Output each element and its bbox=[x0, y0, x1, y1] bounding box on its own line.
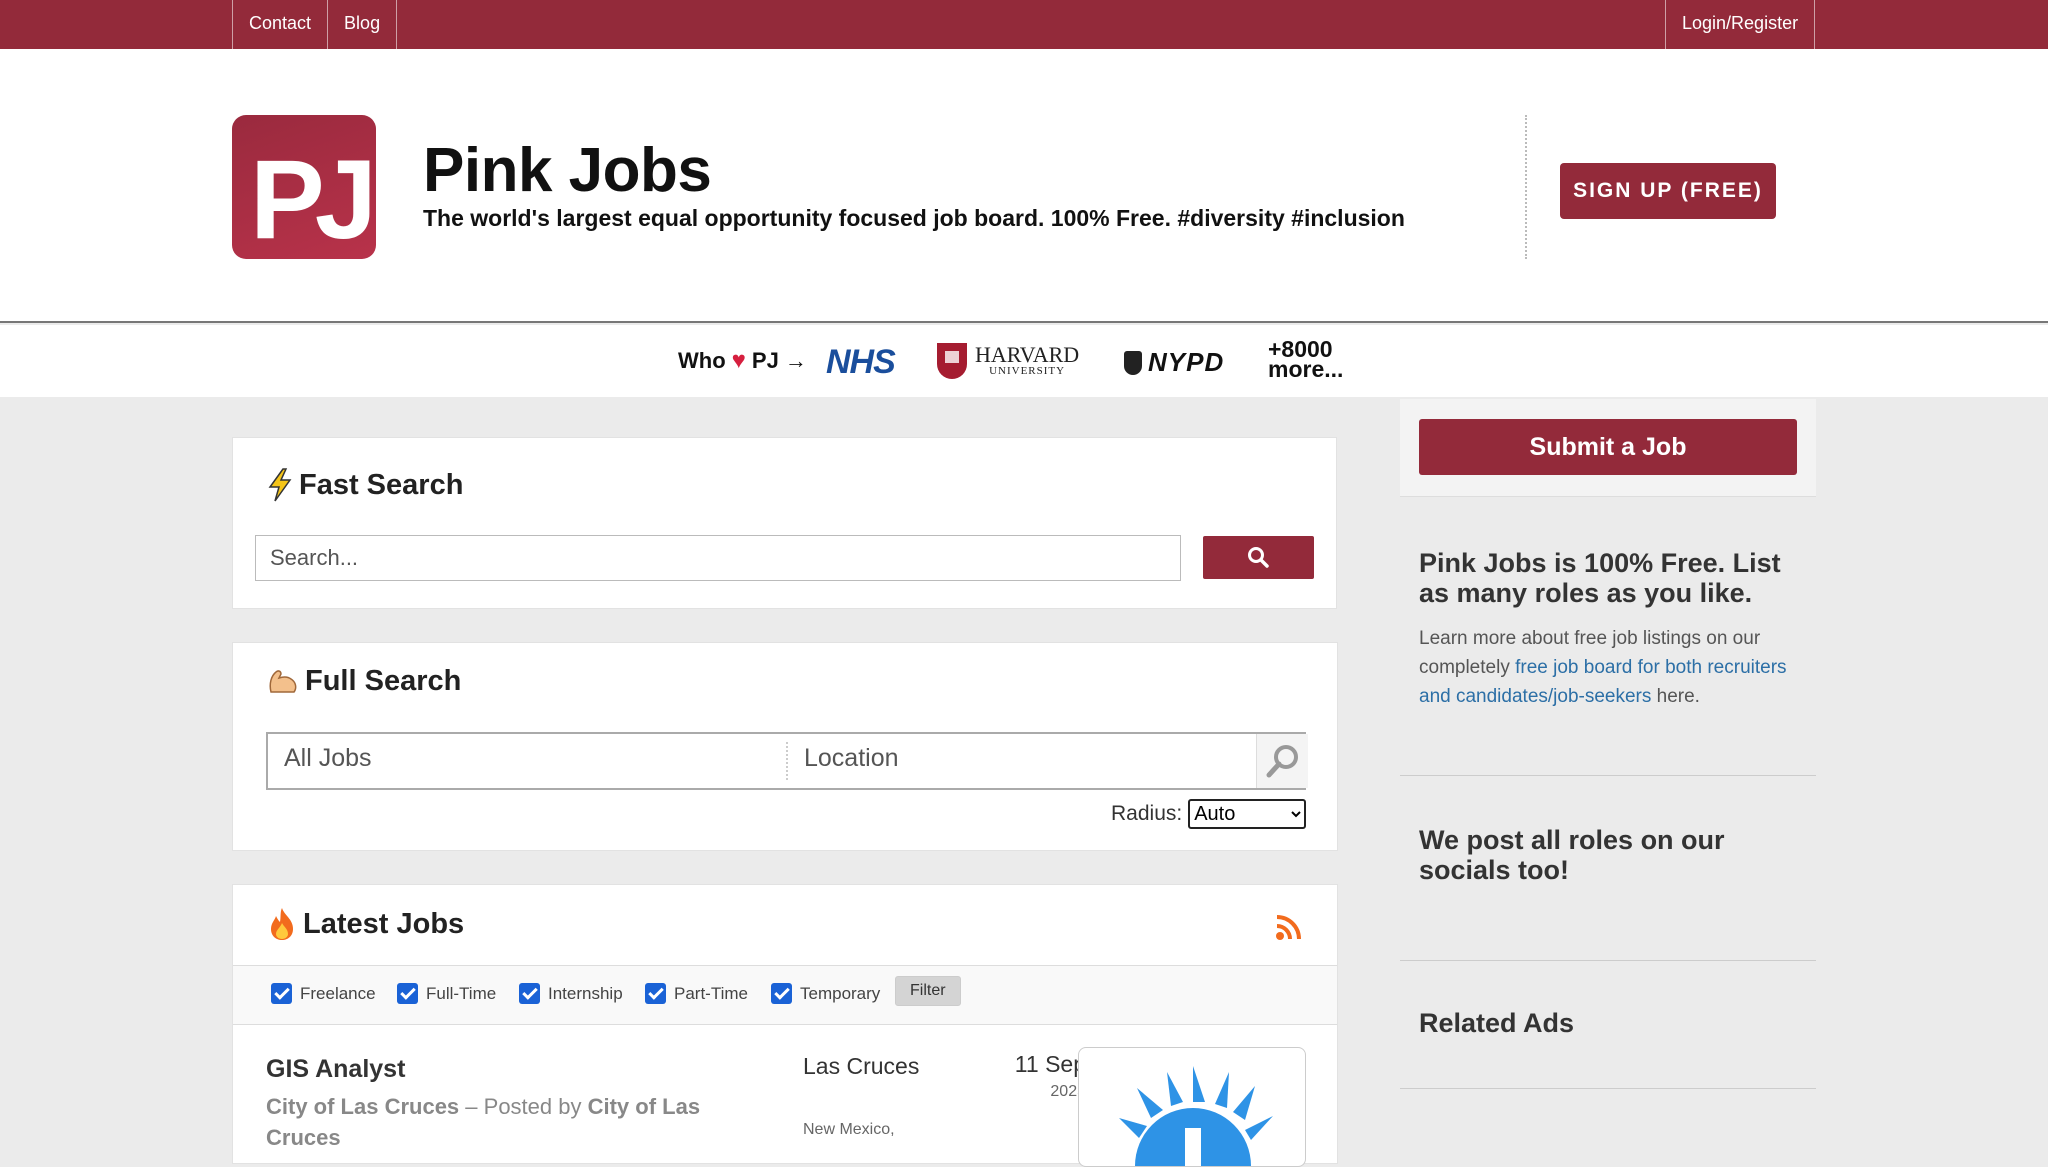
latest-jobs-title: Latest Jobs bbox=[303, 907, 465, 940]
checkbox-checked[interactable] bbox=[271, 983, 292, 1004]
radius-label: Radius: bbox=[1111, 802, 1183, 825]
nav-blog-link[interactable]: Blog bbox=[327, 0, 398, 49]
flexed-biceps-icon bbox=[269, 669, 297, 693]
job-type-filters: Freelance Full-Time Internship Part-Time… bbox=[233, 965, 1337, 1025]
job-city: Las Cruces bbox=[803, 1053, 920, 1079]
fast-search-title: Fast Search bbox=[299, 468, 464, 501]
full-search-button[interactable] bbox=[1256, 734, 1308, 788]
rss-icon[interactable] bbox=[1275, 913, 1303, 941]
nhs-logo: NHS bbox=[826, 343, 896, 381]
fast-search-input[interactable] bbox=[255, 535, 1181, 581]
related-ads-panel: Related Ads bbox=[1400, 962, 1816, 1089]
nypd-logo: NYPD bbox=[1124, 347, 1224, 378]
related-ads-title: Related Ads bbox=[1419, 1008, 1575, 1038]
fire-icon bbox=[271, 908, 293, 940]
harvard-university: UNIVERSITY bbox=[989, 365, 1066, 377]
svg-text:PJ: PJ bbox=[250, 137, 370, 259]
trusted-by-strip: Who ♥ PJ → NHS HARVARD UNIVERSITY NYPD +… bbox=[0, 325, 2048, 397]
checkbox-checked[interactable] bbox=[519, 983, 540, 1004]
magnifier-icon bbox=[1266, 745, 1298, 778]
fast-search-heading: Fast Search bbox=[267, 468, 463, 502]
all-jobs-input[interactable]: All Jobs bbox=[284, 744, 372, 773]
radius-control: Radius: Auto bbox=[1111, 799, 1307, 829]
top-nav-right: Login/Register bbox=[1665, 0, 1816, 49]
field-separator bbox=[786, 742, 788, 780]
nypd-name: NYPD bbox=[1148, 347, 1225, 377]
sun-logo-icon bbox=[1119, 1066, 1273, 1166]
more-clients: +8000 more... bbox=[1268, 338, 1344, 382]
header-divider bbox=[1525, 115, 1527, 259]
login-register-link[interactable]: Login/Register bbox=[1665, 0, 1816, 49]
full-search-title: Full Search bbox=[305, 665, 462, 697]
filter-full-time[interactable]: Full-Time bbox=[397, 983, 496, 1004]
harvard-shield-icon bbox=[937, 343, 967, 379]
who-loves-pj: Who ♥ PJ → bbox=[678, 347, 807, 375]
free-info-after: here. bbox=[1656, 686, 1700, 707]
heart-icon: ♥ bbox=[731, 347, 746, 374]
company-logo[interactable] bbox=[1078, 1047, 1306, 1167]
more-label: more... bbox=[1268, 356, 1344, 382]
pj-logo-icon: PJ bbox=[250, 137, 376, 259]
fast-search-button[interactable] bbox=[1203, 536, 1314, 579]
submit-job-panel: Submit a Job bbox=[1400, 399, 1816, 497]
site-title: Pink Jobs bbox=[423, 136, 712, 205]
full-search-form: All Jobs Location bbox=[266, 732, 1308, 790]
lightning-icon bbox=[268, 468, 292, 502]
filter-part-time[interactable]: Part-Time bbox=[645, 983, 748, 1004]
filter-internship[interactable]: Internship bbox=[519, 983, 623, 1004]
nav-contact-link[interactable]: Contact bbox=[232, 0, 327, 49]
company-name[interactable]: City of Las Cruces bbox=[266, 1094, 459, 1119]
free-info-panel: Pink Jobs is 100% Free. List as many rol… bbox=[1400, 498, 1816, 776]
location-input[interactable]: Location bbox=[804, 744, 899, 773]
job-title[interactable]: GIS Analyst bbox=[266, 1055, 405, 1084]
latest-jobs-heading: Latest Jobs bbox=[267, 907, 464, 941]
site-header: PJ Pink Jobs The world's largest equal o… bbox=[0, 49, 2048, 323]
submit-job-button[interactable]: Submit a Job bbox=[1419, 419, 1797, 475]
site-logo[interactable]: PJ bbox=[232, 115, 376, 259]
job-year: 2025 bbox=[1050, 1083, 1086, 1100]
socials-panel: We post all roles on our socials too! bbox=[1400, 777, 1816, 961]
harvard-logo: HARVARD UNIVERSITY bbox=[937, 343, 1079, 379]
filter-freelance[interactable]: Freelance bbox=[271, 983, 376, 1004]
top-nav-bar: Contact Blog Login/Register bbox=[0, 0, 2048, 49]
filter-button[interactable]: Filter bbox=[895, 976, 961, 1006]
checkbox-checked[interactable] bbox=[645, 983, 666, 1004]
filter-label: Internship bbox=[548, 983, 623, 1003]
fast-search-card: Fast Search bbox=[232, 437, 1337, 609]
sign-up-button[interactable]: SIGN UP (FREE) bbox=[1560, 163, 1776, 219]
full-search-heading: Full Search bbox=[267, 665, 461, 698]
filter-label: Part-Time bbox=[674, 983, 748, 1003]
full-search-card: Full Search All Jobs Location Radius: Au… bbox=[232, 642, 1338, 851]
free-info-title: Pink Jobs is 100% Free. List as many rol… bbox=[1419, 548, 1781, 608]
job-date: 11 Sep bbox=[1014, 1051, 1086, 1077]
search-icon bbox=[1248, 547, 1269, 568]
filter-temporary[interactable]: Temporary bbox=[771, 983, 880, 1004]
filter-label: Full-Time bbox=[426, 983, 497, 1003]
socials-title: We post all roles on our socials too! bbox=[1419, 825, 1725, 885]
job-company: City of Las Cruces – Posted by City of L… bbox=[266, 1091, 736, 1153]
site-tagline: The world's largest equal opportunity fo… bbox=[423, 205, 1405, 231]
job-state: New Mexico, bbox=[803, 1121, 895, 1138]
free-info-text: Learn more about free job listings on ou… bbox=[1419, 624, 1809, 711]
radius-select[interactable]: Auto bbox=[1188, 799, 1307, 829]
harvard-name: HARVARD bbox=[975, 342, 1080, 367]
pj-arrow-label: PJ → bbox=[751, 348, 807, 373]
checkbox-checked[interactable] bbox=[771, 983, 792, 1004]
posted-by-label: – Posted by bbox=[465, 1094, 582, 1119]
top-nav-left: Contact Blog bbox=[232, 0, 398, 49]
nypd-badge-icon bbox=[1124, 350, 1142, 375]
filter-label: Freelance bbox=[300, 983, 376, 1003]
latest-jobs-card: Latest Jobs Freelance Full-Time Internsh… bbox=[232, 884, 1338, 1167]
filter-label: Temporary bbox=[800, 983, 881, 1003]
who-label: Who bbox=[678, 348, 726, 373]
job-listing[interactable]: GIS Analyst City of Las Cruces – Posted … bbox=[266, 1047, 1306, 1167]
checkbox-checked[interactable] bbox=[397, 983, 418, 1004]
